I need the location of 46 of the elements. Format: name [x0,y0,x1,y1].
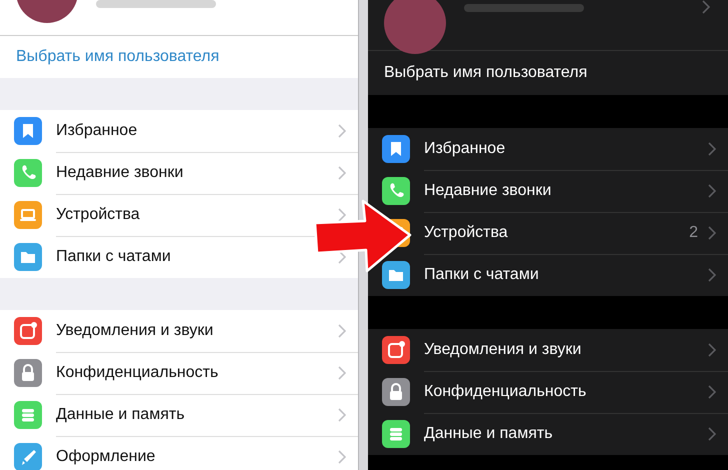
chevron-icon [338,250,346,264]
chevron-icon [708,342,716,356]
chevron-icon [338,450,346,464]
item-count: 2 [689,224,698,242]
chevron-icon [338,208,346,222]
item-label: Данные и память [56,406,186,424]
item-label: Папки с чатами [56,248,172,266]
item-label: Избранное [56,122,138,140]
chevron-icon [708,384,716,398]
settings-item[interactable]: Данные и память [368,413,728,455]
chevron-icon [338,324,346,338]
chevron-icon [708,268,716,282]
item-label: Конфиденциальность [56,364,220,382]
item-label: Избранное [424,140,506,158]
settings-item[interactable]: Конфиденциальность [0,352,358,394]
chevron-icon [338,166,346,180]
item-label: Недавние звонки [56,164,184,182]
settings-item[interactable]: Недавние звонки [0,152,358,194]
profile-header[interactable] [0,0,358,35]
item-label: Уведомления и звуки [56,322,214,340]
avatar-placeholder [384,0,446,54]
chevron-icon [338,408,346,422]
settings-item[interactable]: Уведомления и звуки [368,329,728,371]
chevron-icon [708,427,716,441]
chevron-icon [708,142,716,156]
item-label: Папки с чатами [424,266,540,284]
item-label: Устройства [56,206,141,224]
chevron-icon [702,0,710,14]
settings-item[interactable]: Конфиденциальность [368,371,728,413]
settings-item[interactable]: Данные и память [0,394,358,436]
chevron-icon [708,184,716,198]
item-label: Конфиденциальность [424,382,588,400]
settings-item[interactable]: Избранное [368,128,728,170]
item-label: Уведомления и звуки [424,340,582,358]
settings-item[interactable]: Папки с чатами [368,254,728,296]
item-label: Устройства [424,224,509,242]
item-label: Оформление [56,448,156,466]
chevron-icon [338,124,346,138]
chevron-icon [338,366,346,380]
item-label: Недавние звонки [424,182,552,200]
chevron-icon [708,226,716,240]
settings-item[interactable]: Избранное [0,110,358,152]
settings-item[interactable]: Недавние звонки [368,170,728,212]
settings-item[interactable]: Уведомления и звуки [0,310,358,352]
settings-item[interactable]: Оформление [0,436,358,470]
item-label: Данные и память [424,425,554,443]
